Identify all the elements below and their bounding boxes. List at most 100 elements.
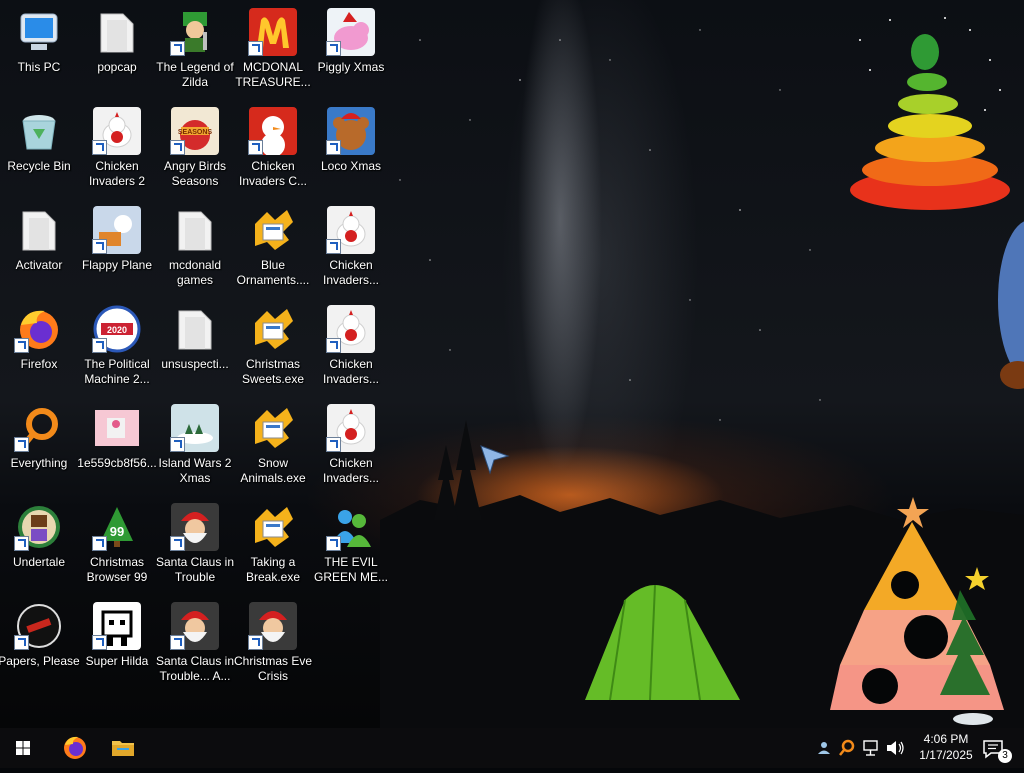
folder-icon: [112, 741, 134, 756]
desktop-icon-label: Activator: [15, 258, 63, 272]
folder-icon: [171, 305, 219, 353]
desktop-icon[interactable]: THE EVIL GREEN ME...: [312, 497, 390, 589]
system-clock[interactable]: 4:06 PM 1/17/2025: [912, 731, 980, 763]
shortcut-arrow-icon: [248, 41, 263, 56]
desktop-icon[interactable]: Activator: [0, 200, 78, 292]
desktop-icon[interactable]: Chicken Invaders...: [312, 200, 390, 292]
desktop-icon-label: The Political Machine 2...: [84, 357, 150, 386]
desktop-icon[interactable]: Taking a Break.exe: [234, 497, 312, 589]
shortcut-arrow-icon: [248, 635, 263, 650]
file-explorer-taskbar-button[interactable]: [100, 728, 146, 768]
desktop-icon-label: Undertale: [12, 555, 66, 569]
notification-count-badge: 3: [998, 749, 1012, 763]
desktop-icon-label: Snow Animals.exe: [240, 456, 306, 485]
shortcut-arrow-icon: [248, 140, 263, 155]
shortcut-arrow-icon: [92, 536, 107, 551]
desktop-icon-label: Chicken Invaders C...: [238, 159, 308, 188]
desktop-icon-label: Piggly Xmas: [317, 60, 385, 74]
desktop-icon[interactable]: Loco Xmas: [312, 101, 390, 193]
this-pc-icon: [15, 8, 63, 56]
everything-search-tray-icon[interactable]: [839, 739, 855, 756]
desktop-icon[interactable]: Papers, Please: [0, 596, 80, 688]
shortcut-arrow-icon: [326, 140, 341, 155]
desktop-icon[interactable]: Chicken Invaders C...: [234, 101, 312, 193]
desktop-icon[interactable]: MCDONAL TREASURE...: [234, 2, 312, 94]
desktop-icon[interactable]: The Legend of Zilda: [156, 2, 234, 94]
desktop-icon[interactable]: 99 Christmas Browser 99: [78, 497, 156, 589]
desktop-icon-label: Santa Claus in Trouble... A...: [155, 654, 235, 683]
setup-exe-icon: [249, 206, 297, 254]
setup-exe-icon: [249, 404, 297, 452]
shortcut-arrow-icon: [170, 140, 185, 155]
shortcut-arrow-icon: [326, 41, 341, 56]
firefox-taskbar-button[interactable]: [52, 728, 98, 768]
shortcut-arrow-icon: [14, 338, 29, 353]
folder-icon: [93, 8, 141, 56]
desktop-icon-label: Everything: [10, 456, 68, 470]
desktop-icon[interactable]: 1e559cb8f56...: [77, 398, 157, 490]
desktop-icon-label: Blue Ornaments....: [236, 258, 310, 287]
svg-text:2020: 2020: [107, 325, 127, 335]
desktop-icon-label: Christmas Eve Crisis: [233, 654, 313, 683]
desktop-icon[interactable]: SEASONS Angry Birds Seasons: [156, 101, 234, 193]
desktop-icon[interactable]: Chicken Invaders 2: [78, 101, 156, 193]
desktop-icon[interactable]: Chicken Invaders...: [312, 398, 390, 490]
desktop-icon[interactable]: Santa Claus in Trouble: [156, 497, 234, 589]
desktop-icon-label: Chicken Invaders...: [322, 456, 380, 485]
desktop-icon[interactable]: This PC: [0, 2, 78, 94]
desktop-icon-label: Angry Birds Seasons: [163, 159, 227, 188]
folder-icon: [15, 206, 63, 254]
desktop-icon[interactable]: Super Hilda: [78, 596, 156, 688]
desktop-icon-label: Christmas Sweets.exe: [241, 357, 305, 386]
desktop-icon-label: Papers, Please: [0, 654, 80, 668]
shortcut-arrow-icon: [92, 338, 107, 353]
desktop-icon[interactable]: Christmas Sweets.exe: [234, 299, 312, 391]
desktop-icon[interactable]: mcdonald games: [156, 200, 234, 292]
desktop-icon[interactable]: Firefox: [0, 299, 78, 391]
shortcut-arrow-icon: [92, 239, 107, 254]
desktop-icon[interactable]: Blue Ornaments....: [234, 200, 312, 292]
desktop-icon[interactable]: unsuspecti...: [156, 299, 234, 391]
desktop-icon-label: popcap: [97, 60, 137, 74]
shortcut-arrow-icon: [170, 635, 185, 650]
clock-date: 1/17/2025: [919, 748, 973, 762]
desktop-icon-label: Flappy Plane: [81, 258, 153, 272]
start-button[interactable]: [0, 728, 46, 768]
network-icon[interactable]: [863, 740, 878, 756]
shortcut-arrow-icon: [14, 635, 29, 650]
shortcut-arrow-icon: [326, 536, 341, 551]
shortcut-arrow-icon: [326, 437, 341, 452]
desktop-icon[interactable]: Everything: [0, 398, 78, 490]
desktop-icon[interactable]: Flappy Plane: [78, 200, 156, 292]
desktop-icon-label: THE EVIL GREEN ME...: [313, 555, 388, 584]
svg-text:99: 99: [110, 524, 124, 539]
shortcut-arrow-icon: [92, 140, 107, 155]
shortcut-arrow-icon: [14, 536, 29, 551]
desktop-icon[interactable]: Christmas Eve Crisis: [234, 596, 312, 688]
desktop-icon-label: Taking a Break.exe: [245, 555, 301, 584]
desktop-icon-label: Chicken Invaders...: [322, 258, 380, 287]
desktop-icon-label: Island Wars 2 Xmas: [158, 456, 232, 485]
desktop-icon-label: This PC: [17, 60, 61, 74]
setup-exe-icon: [249, 305, 297, 353]
desktop-icon[interactable]: Recycle Bin: [0, 101, 78, 193]
desktop-icon[interactable]: Chicken Invaders...: [312, 299, 390, 391]
desktop-icon-label: Christmas Browser 99: [86, 555, 148, 584]
desktop-icon[interactable]: popcap: [78, 2, 156, 94]
desktop-icon[interactable]: 2020 The Political Machine 2...: [78, 299, 156, 391]
desktop-icon-label: Loco Xmas: [320, 159, 382, 173]
desktop-icon-label: Super Hilda: [85, 654, 149, 668]
desktop-icon-label: Santa Claus in Trouble: [155, 555, 235, 584]
shortcut-arrow-icon: [14, 437, 29, 452]
desktop-icon[interactable]: Santa Claus in Trouble... A...: [156, 596, 234, 688]
svg-text:SEASONS: SEASONS: [178, 129, 213, 136]
desktop-icon[interactable]: Piggly Xmas: [312, 2, 390, 94]
shortcut-arrow-icon: [92, 635, 107, 650]
shortcut-arrow-icon: [326, 338, 341, 353]
desktop-icon-label: Firefox: [20, 357, 58, 371]
volume-icon[interactable]: [887, 741, 904, 755]
tray-user-icon[interactable]: [818, 742, 830, 754]
desktop-icon[interactable]: Snow Animals.exe: [234, 398, 312, 490]
desktop-icon[interactable]: Island Wars 2 Xmas: [156, 398, 234, 490]
desktop-icon[interactable]: Undertale: [0, 497, 78, 589]
